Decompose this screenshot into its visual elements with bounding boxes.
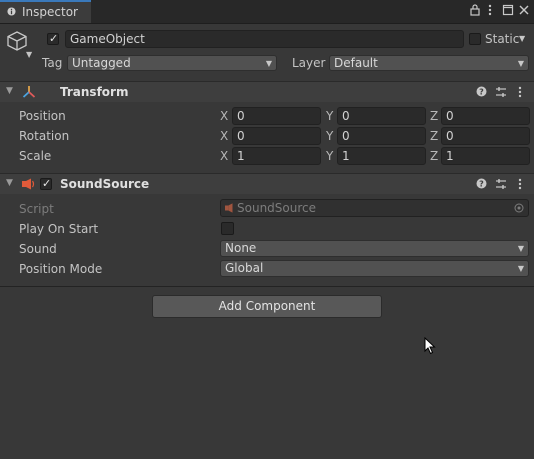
- tab-label: Inspector: [22, 5, 78, 19]
- y-axis-label[interactable]: Y: [326, 149, 333, 163]
- context-menu-icon[interactable]: [515, 86, 525, 98]
- rotation-y-field[interactable]: 0: [337, 127, 426, 145]
- preset-icon[interactable]: [495, 178, 507, 190]
- script-field[interactable]: SoundSource: [220, 199, 529, 217]
- preset-icon[interactable]: [495, 86, 507, 98]
- object-name-value: GameObject: [70, 32, 145, 46]
- audio-source-icon: [22, 178, 35, 190]
- scale-x-value: 1: [237, 149, 245, 163]
- layer-dropdown[interactable]: Default ▼: [329, 55, 529, 71]
- tab-inspector[interactable]: Inspector: [0, 0, 91, 23]
- more-icon[interactable]: [484, 4, 496, 16]
- static-dropdown-icon[interactable]: ▼: [519, 34, 525, 43]
- scale-y-value: 1: [342, 149, 350, 163]
- z-axis-label[interactable]: Z: [430, 109, 438, 123]
- soundsource-header[interactable]: ▼ ✓ SoundSource ?: [0, 173, 534, 194]
- script-icon: [225, 203, 233, 213]
- tag-dropdown[interactable]: Untagged ▼: [67, 55, 277, 71]
- rotation-z-field[interactable]: 0: [441, 127, 530, 145]
- transform-axes-icon: [22, 86, 36, 98]
- info-icon: [7, 7, 16, 16]
- tag-value: Untagged: [72, 56, 131, 70]
- chevron-down-icon: ▼: [517, 264, 524, 273]
- x-axis-label[interactable]: X: [220, 129, 228, 143]
- z-axis-label[interactable]: Z: [430, 149, 438, 163]
- sound-dropdown[interactable]: None ▼: [220, 240, 529, 257]
- add-component-button[interactable]: Add Component: [152, 295, 382, 318]
- checkmark-icon: ✓: [49, 32, 59, 45]
- help-icon[interactable]: ?: [476, 178, 487, 189]
- static-label: Static: [485, 32, 520, 46]
- script-value: SoundSource: [237, 201, 317, 215]
- static-checkbox[interactable]: [469, 33, 481, 45]
- y-axis-label[interactable]: Y: [326, 109, 333, 123]
- mouse-cursor-icon: [424, 337, 436, 355]
- svg-text:?: ?: [479, 180, 484, 189]
- position-z-value: 0: [446, 109, 454, 123]
- chevron-down-icon: ▼: [517, 59, 524, 68]
- foldout-icon[interactable]: ▼: [6, 178, 13, 188]
- soundsource-enabled-checkbox[interactable]: ✓: [40, 177, 52, 190]
- rotation-z-value: 0: [446, 129, 454, 143]
- position-y-value: 0: [342, 109, 350, 123]
- divider: [0, 286, 534, 287]
- context-menu-icon[interactable]: [515, 178, 525, 190]
- chevron-down-icon: ▼: [517, 244, 524, 253]
- position-x-field[interactable]: 0: [232, 107, 321, 125]
- foldout-icon[interactable]: ▼: [6, 86, 13, 96]
- chevron-down-icon: ▼: [265, 59, 272, 68]
- position-mode-label: Position Mode: [19, 262, 103, 276]
- y-axis-label[interactable]: Y: [326, 129, 333, 143]
- layer-value: Default: [334, 56, 378, 70]
- gameobject-cube-icon[interactable]: [6, 30, 28, 52]
- object-name-field[interactable]: GameObject: [65, 30, 464, 48]
- position-y-field[interactable]: 0: [337, 107, 426, 125]
- active-checkbox[interactable]: ✓: [47, 32, 59, 45]
- position-mode-dropdown[interactable]: Global ▼: [220, 260, 529, 277]
- position-label: Position: [19, 109, 66, 123]
- lock-icon[interactable]: [469, 4, 481, 16]
- position-x-value: 0: [237, 109, 245, 123]
- help-icon[interactable]: ?: [476, 86, 487, 97]
- x-axis-label[interactable]: X: [220, 109, 228, 123]
- scale-label: Scale: [19, 149, 52, 163]
- scale-y-field[interactable]: 1: [337, 147, 426, 165]
- scale-x-field[interactable]: 1: [232, 147, 321, 165]
- object-picker-icon[interactable]: [514, 203, 524, 213]
- transform-title: Transform: [60, 85, 129, 99]
- z-axis-label[interactable]: Z: [430, 129, 438, 143]
- tag-label: Tag: [42, 56, 63, 70]
- rotation-x-value: 0: [237, 129, 245, 143]
- x-axis-label[interactable]: X: [220, 149, 228, 163]
- layer-label: Layer: [292, 56, 326, 70]
- scale-z-value: 1: [446, 149, 454, 163]
- rotation-x-field[interactable]: 0: [232, 127, 321, 145]
- soundsource-title: SoundSource: [60, 177, 150, 191]
- checkmark-icon: ✓: [42, 177, 52, 190]
- scale-z-field[interactable]: 1: [441, 147, 530, 165]
- position-mode-value: Global: [225, 261, 264, 275]
- script-label: Script: [19, 202, 54, 216]
- position-z-field[interactable]: 0: [441, 107, 530, 125]
- tab-bar: Inspector: [0, 0, 534, 24]
- maximize-icon[interactable]: [502, 4, 514, 16]
- transform-header[interactable]: ▼ Transform ?: [0, 81, 534, 102]
- chevron-down-icon[interactable]: ▼: [26, 50, 32, 59]
- rotation-y-value: 0: [342, 129, 350, 143]
- play-on-start-label: Play On Start: [19, 222, 99, 236]
- sound-value: None: [225, 241, 257, 255]
- play-on-start-checkbox[interactable]: [221, 222, 234, 235]
- svg-text:?: ?: [479, 88, 484, 97]
- sound-label: Sound: [19, 242, 57, 256]
- rotation-label: Rotation: [19, 129, 70, 143]
- close-icon[interactable]: [518, 4, 530, 16]
